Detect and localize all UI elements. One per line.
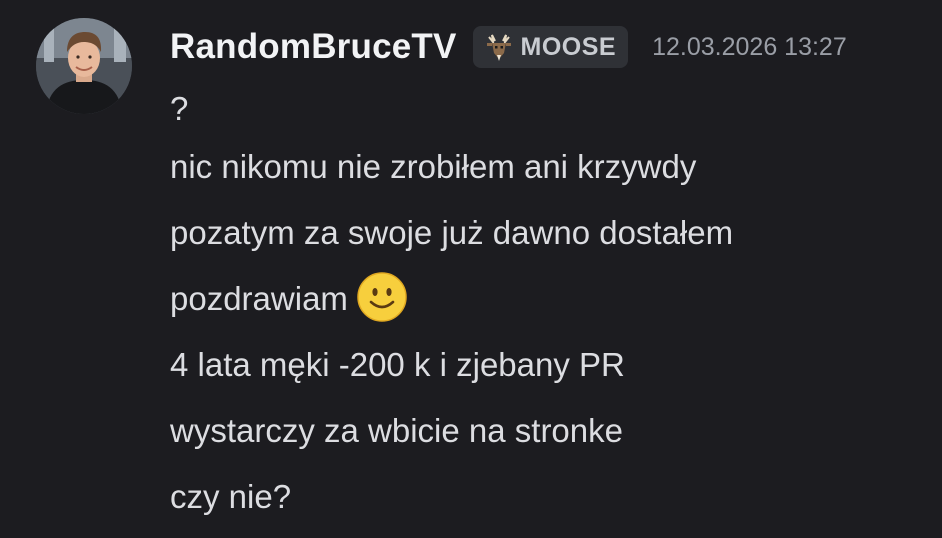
message-line: nic nikomu nie zrobiłem ani krzywdy bbox=[170, 148, 697, 185]
avatar[interactable] bbox=[36, 18, 132, 114]
message-line: wystarczy za wbicie na stronke bbox=[170, 412, 623, 449]
username[interactable]: RandomBruceTV bbox=[170, 27, 457, 67]
chat-message: RandomBruceTV MOOSE 12.03.2026 13:27 ? n… bbox=[0, 0, 942, 538]
message-line: ? bbox=[170, 90, 189, 127]
goat-icon bbox=[483, 31, 515, 63]
message-line: czy nie? bbox=[170, 478, 292, 515]
message-header: RandomBruceTV MOOSE 12.03.2026 13:27 bbox=[170, 22, 847, 72]
message-line: pozatym za swoje już dawno dostałem bbox=[170, 214, 734, 251]
message-line: 4 lata męki -200 k i zjebany PR bbox=[170, 346, 625, 383]
slightly-smiling-face-icon bbox=[356, 271, 408, 323]
server-tag[interactable]: MOOSE bbox=[472, 26, 629, 68]
message-line-with-emoji: pozdrawiam bbox=[170, 266, 930, 332]
message-body: ? nic nikomu nie zrobiłem ani krzywdy po… bbox=[170, 84, 930, 530]
server-tag-label: MOOSE bbox=[520, 32, 617, 61]
message-line-text: pozdrawiam bbox=[170, 280, 348, 317]
avatar-photo bbox=[36, 18, 132, 114]
timestamp: 12.03.2026 13:27 bbox=[652, 32, 847, 61]
